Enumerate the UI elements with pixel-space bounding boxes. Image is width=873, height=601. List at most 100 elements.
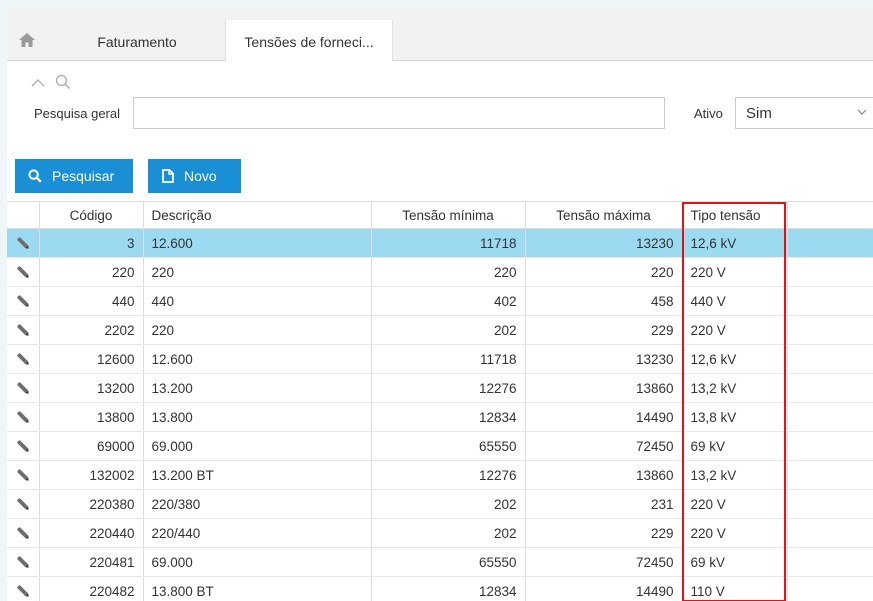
cell-codigo: 440	[39, 286, 144, 316]
cell-tensao-maxima: 13860	[525, 460, 683, 490]
cell-codigo: 13800	[39, 402, 144, 432]
table-row[interactable]: 13800 13.800 12834 14490 13,8 kV	[7, 402, 873, 432]
search-icon	[55, 74, 70, 89]
edit-row-button[interactable]	[7, 402, 40, 432]
table-row[interactable]: 3 12.600 11718 13230 12,6 kV	[7, 228, 873, 258]
cell-tipo-tensao: 110 V	[682, 576, 788, 601]
cell-tipo-tensao: 12,6 kV	[682, 228, 788, 258]
pencil-icon	[7, 352, 38, 366]
collapse-filter-icon[interactable]	[31, 78, 45, 88]
header-descricao[interactable]: Descrição	[143, 201, 372, 229]
pencil-icon	[7, 323, 38, 337]
header-edit	[7, 201, 40, 229]
cell-tensao-minima: 220	[371, 257, 526, 287]
cell-codigo: 220482	[39, 576, 144, 601]
edit-row-button[interactable]	[7, 489, 40, 519]
edit-row-button[interactable]	[7, 286, 40, 316]
cell-tipo-tensao: 220 V	[682, 518, 788, 548]
cell-filler	[787, 286, 873, 316]
home-tab[interactable]	[7, 20, 47, 60]
cell-filler	[787, 576, 873, 601]
cell-tensao-maxima: 14490	[525, 576, 683, 601]
table-row[interactable]: 440 440 402 458 440 V	[7, 286, 873, 316]
cell-descricao: 12.600	[143, 228, 372, 258]
edit-row-button[interactable]	[7, 257, 40, 287]
edit-row-button[interactable]	[7, 547, 40, 577]
tab-faturamento[interactable]: Faturamento	[69, 20, 205, 60]
cell-tensao-minima: 12276	[371, 460, 526, 490]
table-row[interactable]: 132002 13.200 BT 12276 13860 13,2 kV	[7, 460, 873, 490]
cell-tipo-tensao: 69 kV	[682, 431, 788, 461]
header-tensao-maxima[interactable]: Tensão máxima	[525, 201, 683, 229]
cell-descricao: 220	[143, 315, 372, 345]
cell-codigo: 12600	[39, 344, 144, 374]
edit-row-button[interactable]	[7, 228, 40, 258]
pesquisar-button-label: Pesquisar	[52, 168, 115, 184]
pencil-icon	[7, 584, 38, 598]
edit-row-button[interactable]	[7, 576, 40, 601]
edit-row-button[interactable]	[7, 344, 40, 374]
ativo-select[interactable]: Sim	[735, 97, 873, 129]
cell-filler	[787, 228, 873, 258]
cell-codigo: 69000	[39, 431, 144, 461]
header-filler	[787, 201, 873, 229]
cell-codigo: 220481	[39, 547, 144, 577]
cell-filler	[787, 460, 873, 490]
cell-filler	[787, 547, 873, 577]
main-panel: Faturamento Tensões de forneci... Pesqui…	[7, 8, 873, 601]
edit-row-button[interactable]	[7, 460, 40, 490]
edit-row-button[interactable]	[7, 518, 40, 548]
header-tensao-minima[interactable]: Tensão mínima	[371, 201, 526, 229]
cell-tipo-tensao: 220 V	[682, 489, 788, 519]
cell-tensao-maxima: 458	[525, 286, 683, 316]
cell-tensao-minima: 65550	[371, 547, 526, 577]
table-row[interactable]: 220380 220/380 202 231 220 V	[7, 489, 873, 519]
pencil-icon	[7, 439, 38, 453]
cell-tensao-maxima: 72450	[525, 431, 683, 461]
home-icon	[19, 33, 35, 47]
cell-tipo-tensao: 13,2 kV	[682, 373, 788, 403]
table-row[interactable]: 2202 220 202 229 220 V	[7, 315, 873, 345]
cell-tipo-tensao: 220 V	[682, 257, 788, 287]
cell-tensao-minima: 202	[371, 489, 526, 519]
cell-codigo: 3	[39, 228, 144, 258]
edit-row-button[interactable]	[7, 315, 40, 345]
cell-tensao-maxima: 220	[525, 257, 683, 287]
table-row[interactable]: 69000 69.000 65550 72450 69 kV	[7, 431, 873, 461]
search-input[interactable]	[133, 97, 665, 129]
cell-tensao-minima: 65550	[371, 431, 526, 461]
cell-codigo: 132002	[39, 460, 144, 490]
pesquisar-button[interactable]: Pesquisar	[15, 159, 133, 193]
cell-descricao: 13.200 BT	[143, 460, 372, 490]
cell-filler	[787, 344, 873, 374]
pencil-icon	[7, 381, 38, 395]
table-row[interactable]: 220481 69.000 65550 72450 69 kV	[7, 547, 873, 577]
cell-tipo-tensao: 12,6 kV	[682, 344, 788, 374]
cell-tensao-minima: 402	[371, 286, 526, 316]
novo-button[interactable]: Novo	[148, 159, 241, 193]
cell-tensao-minima: 11718	[371, 344, 526, 374]
cell-descricao: 13.200	[143, 373, 372, 403]
tab-tensoes-fornecimento[interactable]: Tensões de forneci...	[225, 20, 393, 61]
search-icon	[28, 169, 42, 183]
table-row[interactable]: 13200 13.200 12276 13860 13,2 kV	[7, 373, 873, 403]
edit-row-button[interactable]	[7, 431, 40, 461]
table-row[interactable]: 12600 12.600 11718 13230 12,6 kV	[7, 344, 873, 374]
cell-tensao-minima: 12834	[371, 402, 526, 432]
cell-tensao-minima: 12276	[371, 373, 526, 403]
cell-tensao-maxima: 13230	[525, 344, 683, 374]
novo-button-label: Novo	[184, 168, 217, 184]
table-row[interactable]: 220 220 220 220 220 V	[7, 257, 873, 287]
tab-bar: Faturamento Tensões de forneci...	[7, 8, 873, 61]
cell-filler	[787, 431, 873, 461]
table-row[interactable]: 220482 13.800 BT 12834 14490 110 V	[7, 576, 873, 601]
header-tipo-tensao[interactable]: Tipo tensão	[682, 201, 788, 229]
header-codigo[interactable]: Código	[39, 201, 144, 229]
ativo-select-value: Sim	[746, 105, 772, 122]
cell-tipo-tensao: 440 V	[682, 286, 788, 316]
table-row[interactable]: 220440 220/440 202 229 220 V	[7, 518, 873, 548]
cell-tipo-tensao: 69 kV	[682, 547, 788, 577]
cell-filler	[787, 489, 873, 519]
edit-row-button[interactable]	[7, 373, 40, 403]
cell-tipo-tensao: 220 V	[682, 315, 788, 345]
